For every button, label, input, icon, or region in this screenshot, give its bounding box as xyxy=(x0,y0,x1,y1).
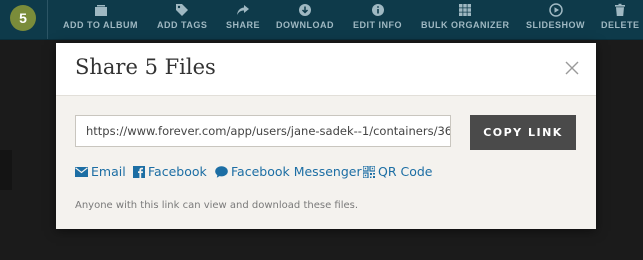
play-icon xyxy=(548,3,563,17)
share-email-link[interactable]: Email xyxy=(75,164,126,179)
add-tags-label: ADD TAGS xyxy=(157,20,208,30)
bulk-organizer-button[interactable]: BULK ORGANIZER xyxy=(421,3,510,30)
download-label: DOWNLOAD xyxy=(276,20,334,30)
add-to-album-button[interactable]: ADD TO ALBUM xyxy=(63,3,138,30)
album-icon xyxy=(94,5,107,16)
selected-count-badge: 5 xyxy=(10,5,36,31)
qr-code-label: QR Code xyxy=(378,164,433,179)
slideshow-button[interactable]: SLIDESHOW xyxy=(526,3,585,30)
share-arrow-icon xyxy=(237,5,249,15)
share-facebook-link[interactable]: Facebook xyxy=(133,164,207,179)
bulk-action-toolbar: 5 ADD TO ALBUM ADD TAGS SHARE DOWNLOAD E… xyxy=(0,0,643,40)
bulk-organizer-label: BULK ORGANIZER xyxy=(421,20,510,30)
facebook-icon xyxy=(133,165,145,178)
close-icon[interactable] xyxy=(564,60,580,76)
copy-link-button[interactable]: COPY LINK xyxy=(470,115,576,150)
dialog-title: Share 5 Files xyxy=(75,55,216,79)
delete-label: DELETE xyxy=(601,20,640,30)
info-icon xyxy=(371,4,384,16)
facebook-label: Facebook xyxy=(148,164,207,179)
download-icon xyxy=(299,4,311,16)
slideshow-label: SLIDESHOW xyxy=(526,20,586,30)
facebook-messenger-label: Facebook Messenger xyxy=(231,164,362,179)
envelope-icon xyxy=(75,166,88,177)
email-label: Email xyxy=(91,164,126,179)
background-thumbnail xyxy=(0,150,12,190)
share-label: SHARE xyxy=(226,20,261,30)
edit-info-label: EDIT INFO xyxy=(353,20,402,30)
delete-button[interactable]: DELETE xyxy=(601,3,640,30)
grid-icon xyxy=(459,4,472,16)
share-permission-note: Anyone with this link can view and downl… xyxy=(75,200,359,211)
download-button[interactable]: DOWNLOAD xyxy=(276,3,334,30)
messenger-icon xyxy=(215,165,228,178)
share-dialog: Share 5 Files https://www.forever.com/ap… xyxy=(56,43,596,229)
add-tags-button[interactable]: ADD TAGS xyxy=(157,3,207,30)
share-messenger-link[interactable]: Facebook Messenger xyxy=(215,164,362,179)
tag-icon xyxy=(176,4,189,16)
share-button[interactable]: SHARE xyxy=(226,3,260,30)
edit-info-button[interactable]: EDIT INFO xyxy=(353,3,402,30)
qr-code-icon xyxy=(363,165,375,178)
share-qr-code-link[interactable]: QR Code xyxy=(363,164,433,179)
toolbar-divider xyxy=(47,0,48,39)
share-link-field[interactable]: https://www.forever.com/app/users/jane-s… xyxy=(75,115,451,147)
dialog-header: Share 5 Files xyxy=(56,43,596,96)
trash-icon xyxy=(615,3,626,16)
add-to-album-label: ADD TO ALBUM xyxy=(63,20,138,30)
